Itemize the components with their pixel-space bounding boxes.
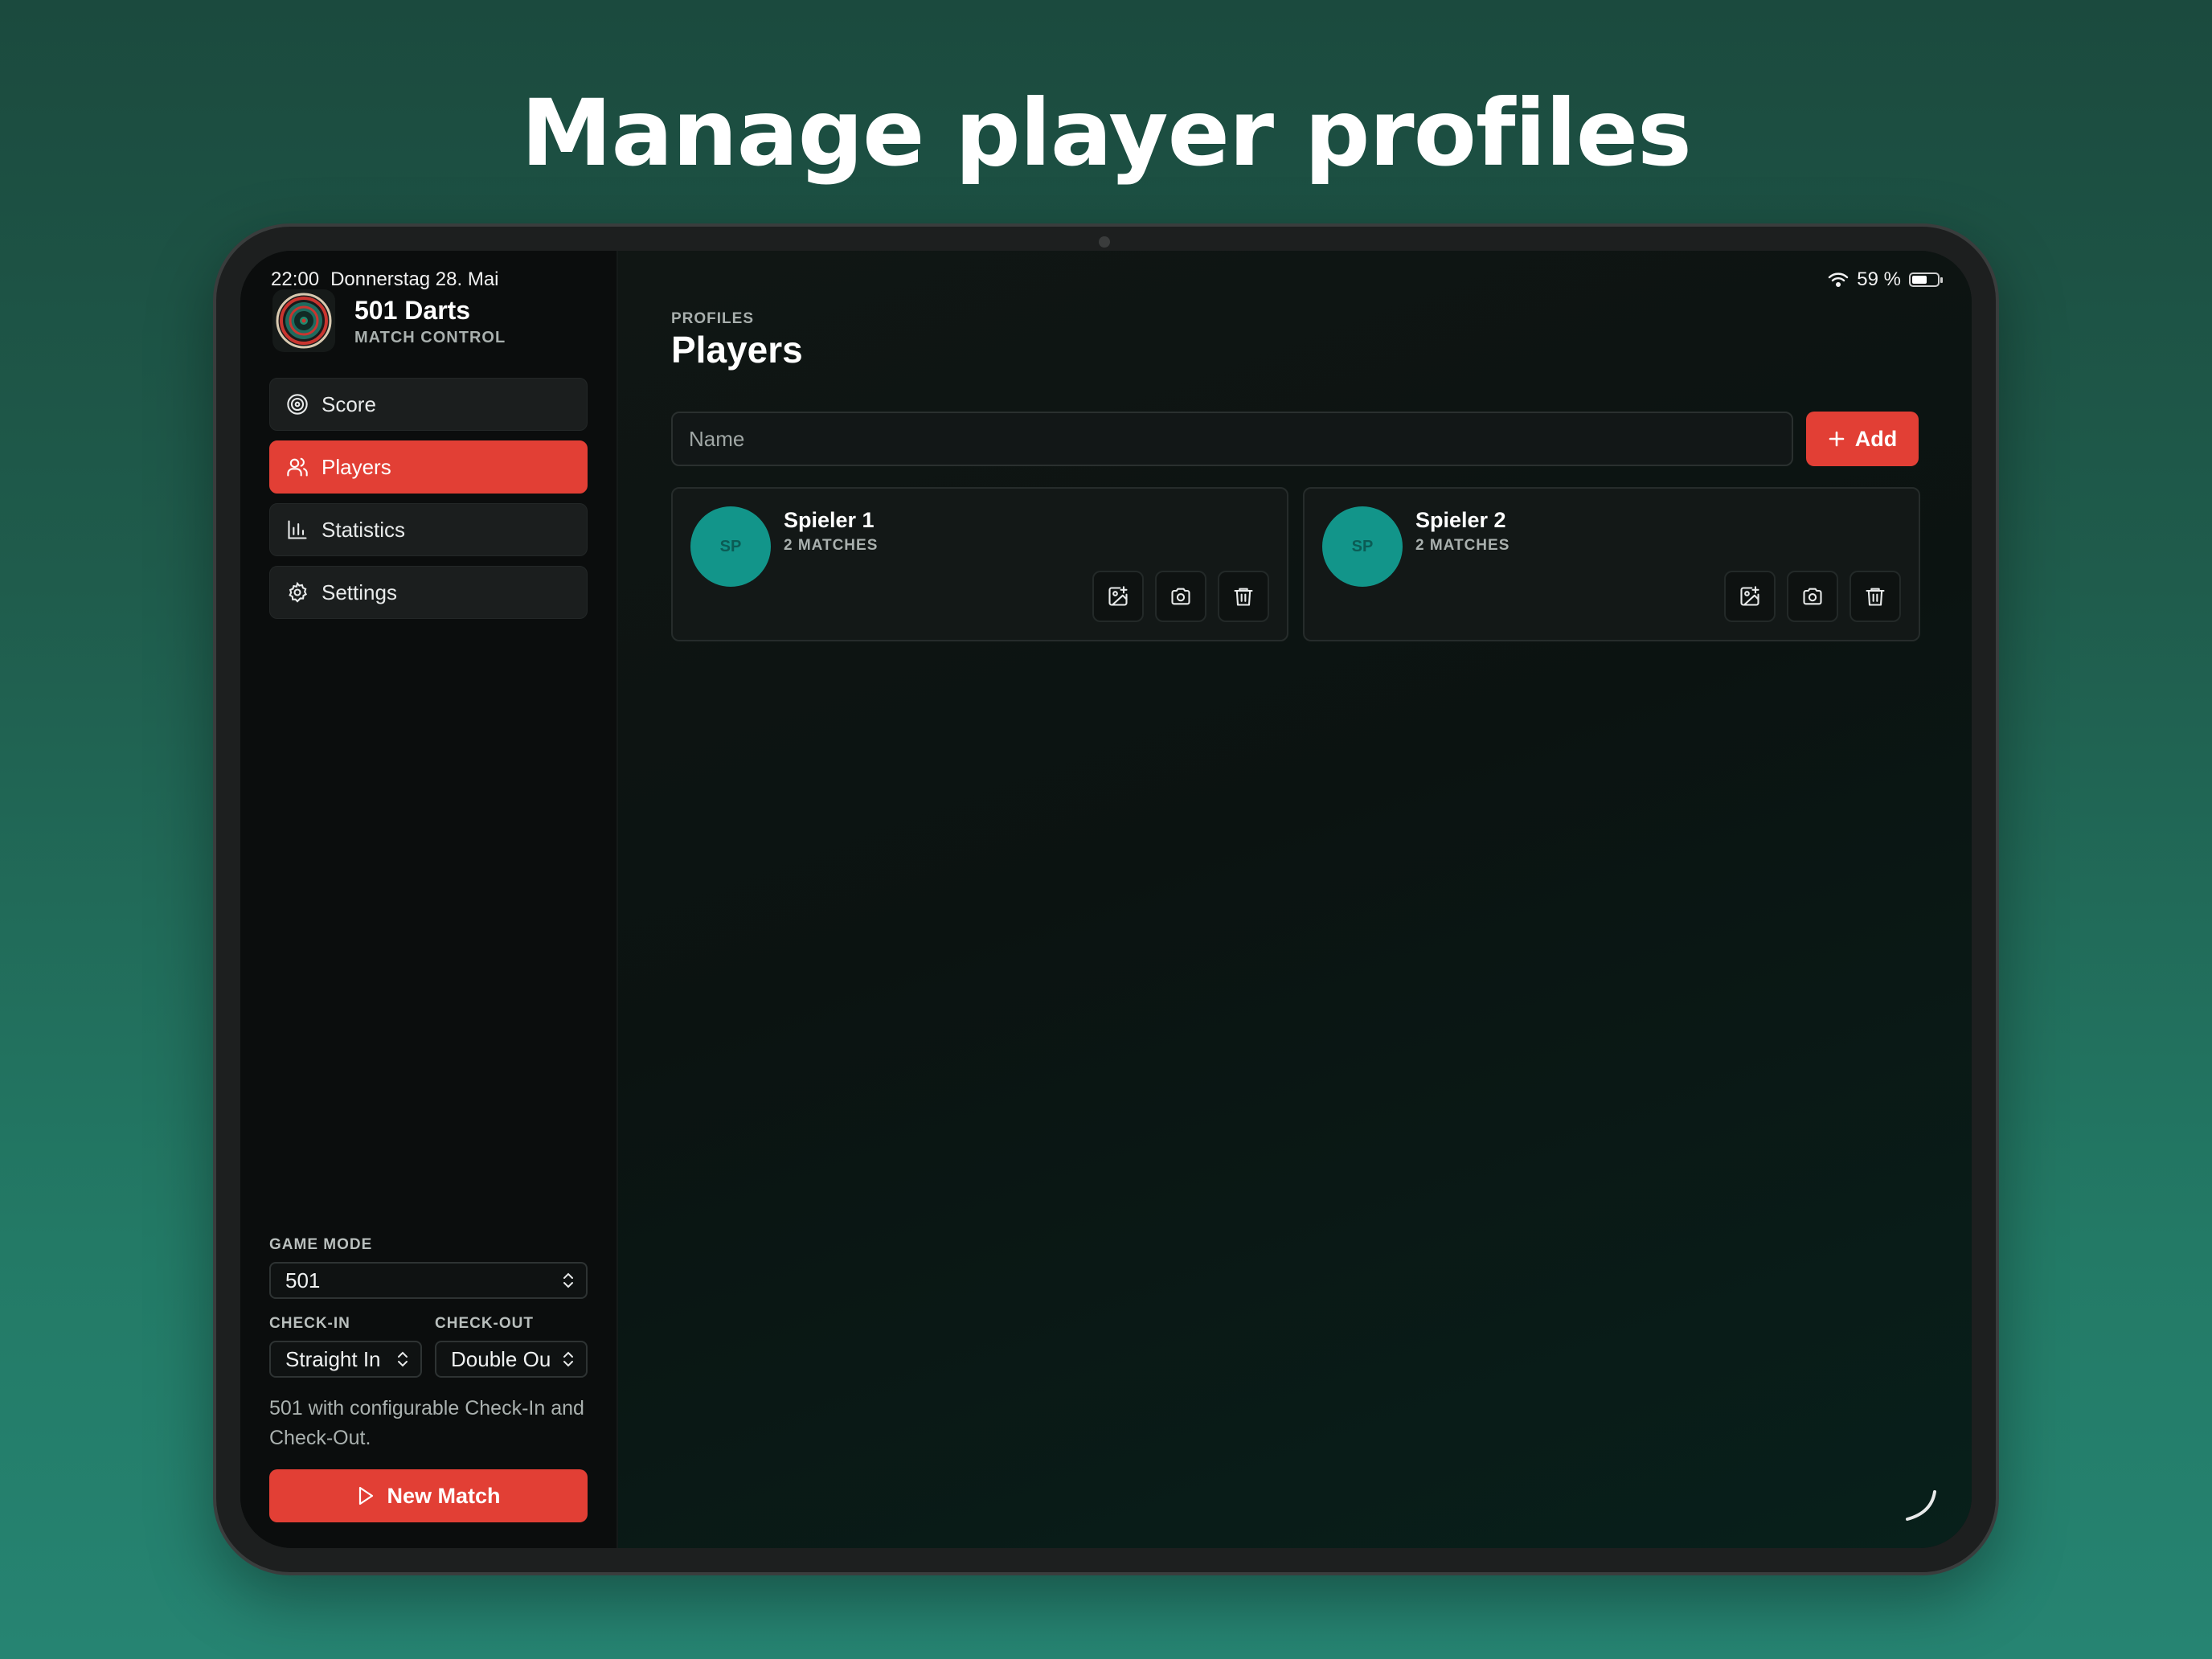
camera-dot <box>1099 236 1110 248</box>
sidebar-item-label: Players <box>322 454 391 479</box>
check-in-value: Straight In <box>285 1346 381 1371</box>
player-name: Spieler 2 <box>1415 508 1506 532</box>
app-brand: 501 Darts MATCH CONTROL <box>272 289 506 352</box>
sidebar-item-players[interactable]: Players <box>269 440 588 494</box>
player-actions <box>1092 571 1269 622</box>
check-in-select[interactable]: Straight In <box>269 1341 422 1378</box>
sidebar-item-statistics[interactable]: Statistics <box>269 503 588 556</box>
take-photo-button[interactable] <box>1155 571 1206 622</box>
sidebar: 22:00 Donnerstag 28. Mai 501 Darts MATCH… <box>240 251 618 1548</box>
sidebar-item-label: Statistics <box>322 517 406 542</box>
status-time: 22:00 <box>271 268 320 290</box>
add-label: Add <box>1854 426 1898 451</box>
app-screen: 22:00 Donnerstag 28. Mai 501 Darts MATCH… <box>240 251 1972 1548</box>
target-icon <box>287 394 308 415</box>
battery-percentage: 59 % <box>1857 268 1901 290</box>
image-plus-icon <box>1108 586 1128 606</box>
gear-icon <box>289 581 307 603</box>
new-match-label: New Match <box>387 1483 501 1508</box>
chevron-up-down-icon <box>563 1272 573 1288</box>
camera-icon <box>1803 588 1822 605</box>
avatar: SP <box>1322 506 1403 587</box>
image-plus-icon <box>1740 586 1759 606</box>
page-title: Players <box>671 329 803 371</box>
corner-indicator-icon <box>1906 1490 1936 1521</box>
check-in-label: CHECK-IN <box>269 1315 350 1332</box>
camera-icon <box>1171 588 1190 605</box>
avatar: SP <box>690 506 771 587</box>
check-out-value: Double Ou <box>451 1346 551 1371</box>
choose-photo-button[interactable] <box>1092 571 1144 622</box>
tablet-frame: 22:00 Donnerstag 28. Mai 501 Darts MATCH… <box>213 223 1999 1575</box>
dartboard-logo-icon <box>272 289 335 352</box>
delete-player-button[interactable] <box>1218 571 1269 622</box>
game-settings-panel: GAME MODE 501 CHECK-IN Straight In CHECK <box>269 1236 588 1522</box>
game-mode-description: 501 with configurable Check-In and Check… <box>269 1397 584 1449</box>
trash-icon <box>1866 588 1885 606</box>
chevron-up-down-icon <box>563 1351 573 1367</box>
app-subtitle: MATCH CONTROL <box>354 328 506 346</box>
take-photo-button[interactable] <box>1787 571 1838 622</box>
wifi-icon <box>1829 272 1849 287</box>
trash-icon <box>1234 588 1253 606</box>
plus-icon <box>1829 431 1845 447</box>
game-mode-select[interactable]: 501 <box>269 1262 588 1299</box>
bar-chart-icon <box>288 520 307 539</box>
sidebar-item-label: Score <box>322 391 376 416</box>
game-mode-value: 501 <box>285 1268 321 1292</box>
check-out-label: CHECK-OUT <box>435 1315 534 1332</box>
sidebar-item-score[interactable]: Score <box>269 378 588 431</box>
play-icon <box>359 1486 374 1505</box>
main-content: 59 % PROFILES Players Add SP Spieler 1 2… <box>618 251 1972 1548</box>
player-actions <box>1724 571 1901 622</box>
delete-player-button[interactable] <box>1849 571 1901 622</box>
new-match-button[interactable]: New Match <box>269 1469 588 1522</box>
status-date: Donnerstag 28. Mai <box>330 268 499 290</box>
chevron-up-down-icon <box>398 1351 408 1367</box>
player-matches: 2 MATCHES <box>1415 537 1510 554</box>
player-card: SP Spieler 2 2 MATCHES <box>1303 487 1920 641</box>
sidebar-item-label: Settings <box>322 580 397 604</box>
page-overline: PROFILES <box>671 310 755 327</box>
player-matches: 2 MATCHES <box>784 537 879 554</box>
player-card: SP Spieler 1 2 MATCHES <box>671 487 1288 641</box>
status-indicators: 59 % <box>1828 268 1943 291</box>
check-out-select[interactable]: Double Ou <box>435 1341 588 1378</box>
status-time-date: 22:00 Donnerstag 28. Mai <box>271 268 499 291</box>
sidebar-item-settings[interactable]: Settings <box>269 566 588 619</box>
add-player-button[interactable]: Add <box>1806 412 1919 466</box>
headline: Manage player profiles <box>521 80 1692 186</box>
sidebar-nav: Score Players Statistics Settings <box>269 378 588 629</box>
battery-icon <box>1909 272 1943 287</box>
choose-photo-button[interactable] <box>1724 571 1776 622</box>
player-name: Spieler 1 <box>784 508 875 532</box>
users-icon <box>287 457 308 477</box>
player-name-input[interactable] <box>671 412 1793 466</box>
app-title: 501 Darts <box>354 295 471 325</box>
game-mode-label: GAME MODE <box>269 1236 373 1253</box>
